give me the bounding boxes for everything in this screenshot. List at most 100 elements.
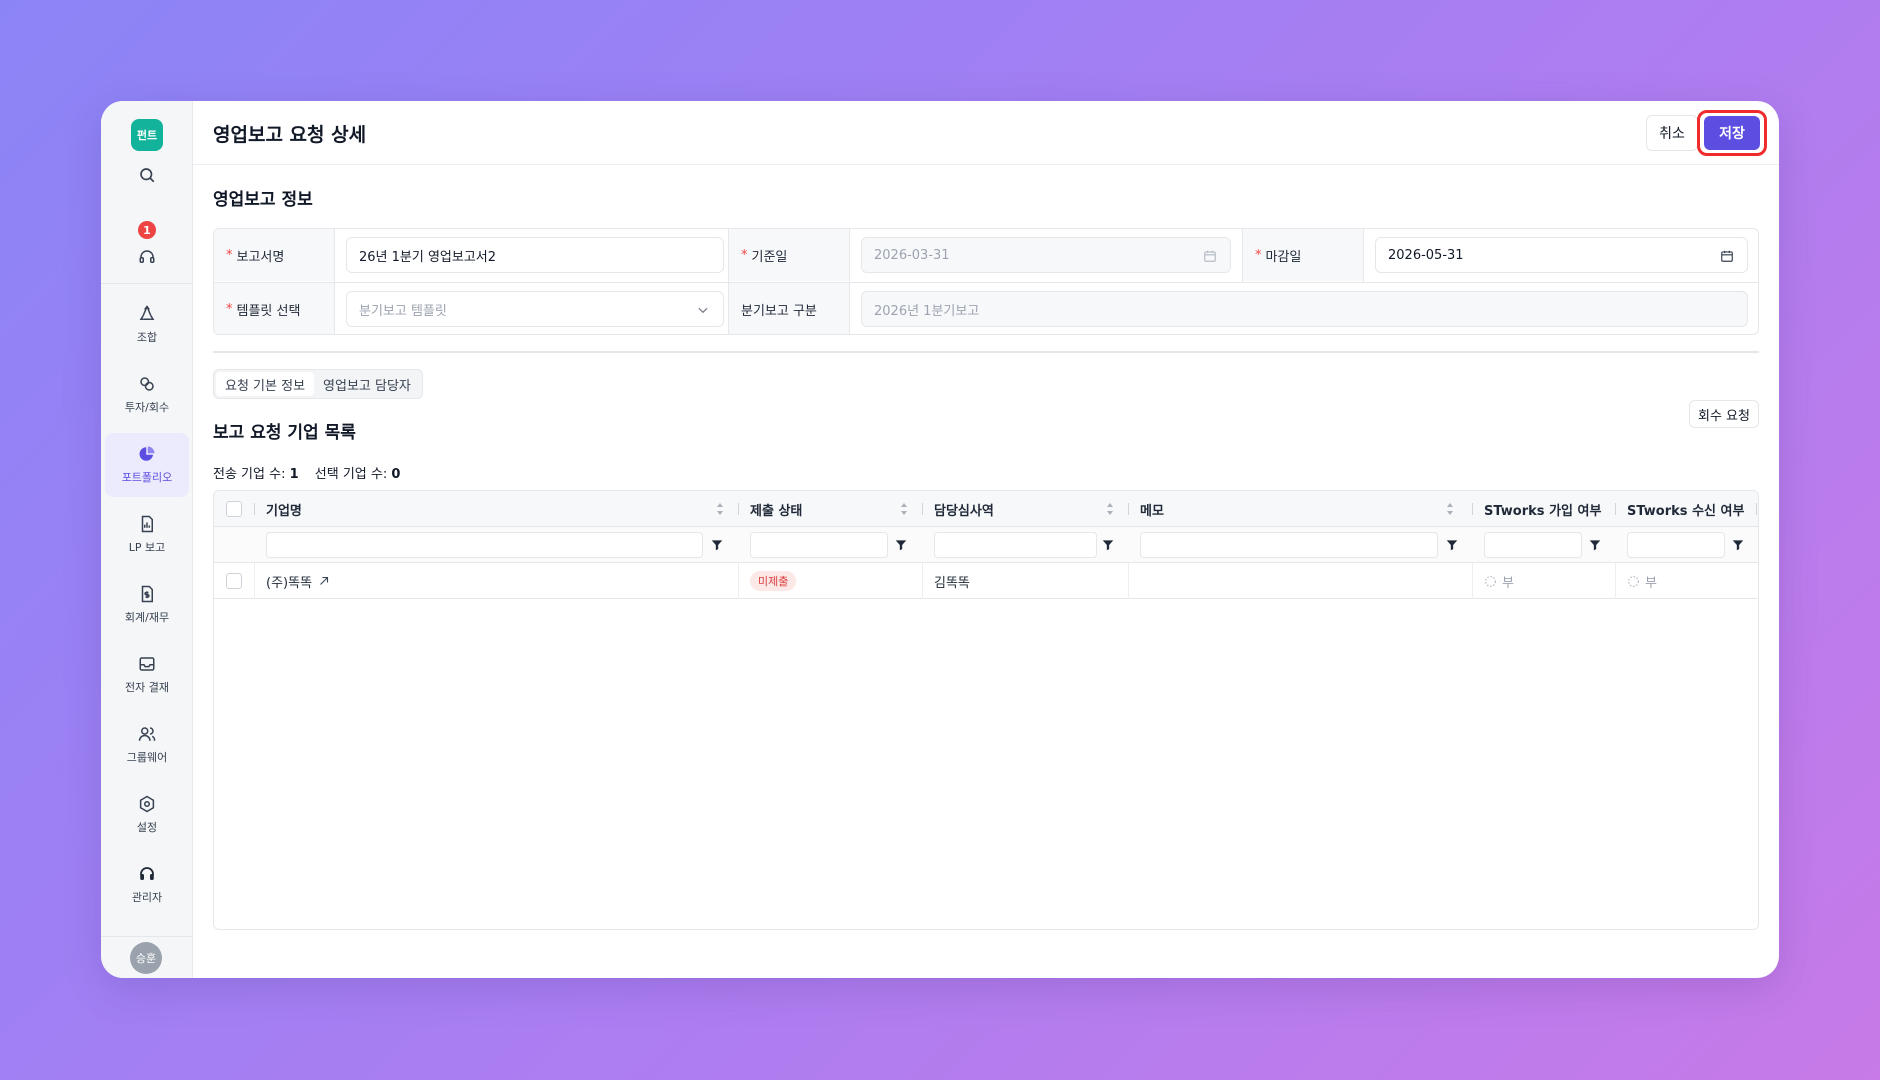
sidebar-item-groupware[interactable]: 그룹웨어 [105, 713, 189, 777]
sidebar-item-admin[interactable]: 관리자 [105, 853, 189, 917]
section-divider [213, 351, 1759, 353]
cancel-button[interactable]: 취소 [1646, 115, 1698, 151]
filter-icon[interactable] [1101, 538, 1115, 552]
filter-icon[interactable] [1588, 538, 1602, 552]
stworks-joined-cell: 부 [1484, 563, 1514, 599]
company-name[interactable]: (주)똑똑 [266, 572, 312, 591]
header-divider [193, 164, 1779, 165]
sidebar-item-settings[interactable]: 설정 [105, 783, 189, 847]
calendar-icon [1202, 248, 1218, 264]
list-section-title: 보고 요청 기업 목록 [213, 423, 356, 443]
sidebar-item-label: 회계/재무 [124, 611, 170, 624]
company-table: 기업명 제출 상태 담당심사역 메모 STworks 가입 여부 STworks… [213, 490, 1759, 930]
avatar[interactable]: 승훈 [130, 942, 162, 974]
column-header-reviewer[interactable]: 담당심사역 [924, 491, 994, 527]
sidebar-item-investment[interactable]: 투자/회수 [105, 363, 189, 427]
search-icon[interactable] [135, 163, 159, 187]
column-header-stworks-received[interactable]: STworks 수신 여부 [1617, 491, 1744, 527]
selected-count-label: 선택 기업 수: [314, 467, 388, 482]
deadline-date-field[interactable]: 2026-05-31 [1375, 237, 1748, 273]
company-cell[interactable]: (주)똑똑 [266, 563, 330, 599]
sidebar-item-portfolio[interactable]: 포트폴리오 [105, 433, 189, 497]
sidebar-item-accounting[interactable]: 회계/재무 [105, 573, 189, 637]
row-checkbox[interactable] [226, 573, 242, 589]
reviewer-cell: 김똑똑 [934, 575, 970, 591]
investment-icon [140, 377, 154, 391]
column-header-status[interactable]: 제출 상태 [740, 491, 802, 527]
report-name-label: * 보고서명 [214, 229, 334, 281]
selected-count-value: 0 [391, 467, 401, 482]
filter-icon[interactable] [1731, 538, 1745, 552]
template-select-placeholder: 분기보고 템플릿 [359, 303, 447, 319]
recycle-icon [139, 305, 155, 320]
base-date-field: 2026-03-31 [861, 237, 1231, 273]
stworks-received-value: 부 [1645, 575, 1657, 591]
report-name-input[interactable]: 26년 1분기 영업보고서2 [346, 237, 724, 273]
notification-badge[interactable]: 1 [138, 221, 156, 239]
company-filter-input[interactable] [266, 532, 703, 558]
sort-icon[interactable] [1105, 502, 1115, 516]
table-row[interactable]: (주)똑똑 미제출 김똑똑 부 부 [214, 563, 1758, 599]
sort-icon[interactable] [1445, 502, 1455, 516]
settings-icon [139, 795, 155, 813]
table-header-row: 기업명 제출 상태 담당심사역 메모 STworks 가입 여부 STworks… [214, 491, 1758, 527]
sidebar-item-fund[interactable]: 조합 [105, 293, 189, 357]
pending-circle-icon [1485, 575, 1496, 587]
column-header-company[interactable]: 기업명 [256, 491, 302, 527]
app-logo[interactable]: 펀트 [131, 119, 163, 151]
recall-request-button[interactable]: 회수 요청 [1689, 400, 1759, 428]
status-filter-input[interactable] [750, 532, 888, 558]
sidebar-divider [101, 936, 193, 937]
template-select[interactable]: 분기보고 템플릿 [346, 291, 724, 327]
sent-count-label: 전송 기업 수: [213, 467, 286, 482]
sidebar-item-lp-report[interactable]: LP 보고 [105, 503, 189, 567]
sidebar-item-approval[interactable]: 전자 결재 [105, 643, 189, 707]
app-window: 펀트 1 조합 투자/회수 포트폴리오 LP 보고 회계/재무 전자 결재 그룹… [101, 101, 1779, 978]
sidebar-item-label: 설정 [136, 821, 158, 834]
filter-icon[interactable] [710, 538, 724, 552]
admin-headset-icon [140, 867, 154, 880]
filter-icon[interactable] [894, 538, 908, 552]
column-header-memo[interactable]: 메모 [1130, 491, 1164, 527]
stworks-joined-value: 부 [1502, 575, 1514, 591]
page-title: 영업보고 요청 상세 [213, 124, 367, 146]
sidebar-item-label: 투자/회수 [124, 401, 170, 414]
filter-icon[interactable] [1445, 538, 1459, 552]
stworks-received-filter-input[interactable] [1627, 532, 1725, 558]
tab-request-info[interactable]: 요청 기본 정보 [216, 372, 315, 396]
sidebar-divider [101, 283, 193, 284]
pie-chart-icon [139, 446, 155, 461]
reviewer-filter-input[interactable] [934, 532, 1097, 558]
stworks-joined-filter-input[interactable] [1484, 532, 1582, 558]
quarter-type-label: 분기보고 구분 [729, 283, 849, 334]
info-section-title: 영업보고 정보 [213, 190, 313, 210]
chevron-down-icon [695, 302, 711, 318]
template-label: * 템플릿 선택 [214, 283, 334, 334]
external-link-icon[interactable] [318, 575, 330, 587]
table-filter-row [214, 527, 1758, 563]
deadline-label: * 마감일 [1243, 229, 1363, 281]
status-cell: 미제출 [750, 563, 797, 599]
select-all-checkbox[interactable] [226, 501, 242, 517]
sidebar-item-label: 포트폴리오 [121, 471, 173, 484]
deadline-value: 2026-05-31 [1388, 247, 1464, 263]
status-badge: 미제출 [750, 571, 797, 591]
inbox-icon [139, 657, 155, 671]
users-icon [138, 727, 156, 741]
base-date-label: * 기준일 [729, 229, 849, 281]
calendar-icon[interactable] [1719, 248, 1735, 264]
headset-icon[interactable] [135, 245, 159, 269]
sidebar-item-label: 그룹웨어 [126, 751, 168, 764]
base-date-value: 2026-03-31 [874, 247, 950, 263]
tab-report-managers[interactable]: 영업보고 담당자 [314, 372, 420, 396]
finance-doc-icon [141, 585, 153, 603]
sort-icon[interactable] [715, 502, 725, 516]
company-counts: 전송 기업 수: 1 선택 기업 수: 0 [213, 463, 412, 482]
report-info-form: * 보고서명 26년 1분기 영업보고서2 * 기준일 2026-03-31 * 마감… [213, 228, 1759, 335]
sidebar-item-label: 전자 결재 [125, 681, 169, 694]
memo-filter-input[interactable] [1140, 532, 1438, 558]
sort-icon[interactable] [899, 502, 909, 516]
save-button[interactable]: 저장 [1704, 116, 1760, 150]
quarter-type-field: 2026년 1분기보고 [861, 291, 1748, 327]
column-header-stworks-joined[interactable]: STworks 가입 여부 [1474, 491, 1601, 527]
